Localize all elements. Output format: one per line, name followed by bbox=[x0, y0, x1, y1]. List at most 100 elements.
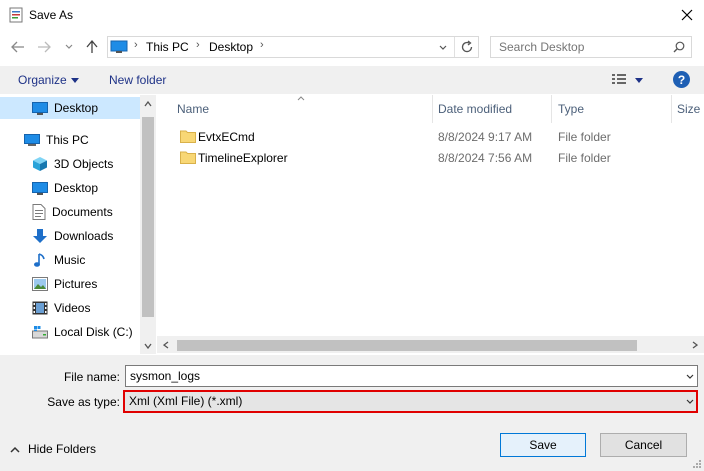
nav-item-documents[interactable]: Documents bbox=[0, 201, 140, 223]
column-divider[interactable] bbox=[432, 95, 433, 123]
scroll-left-icon[interactable] bbox=[163, 341, 169, 349]
computer-icon bbox=[110, 40, 128, 54]
nav-item-desktop[interactable]: Desktop bbox=[0, 177, 140, 199]
folder-icon bbox=[180, 151, 196, 164]
search-input[interactable] bbox=[499, 40, 669, 54]
nav-item-label: Pictures bbox=[54, 277, 98, 291]
breadcrumb-separator: › bbox=[260, 39, 264, 51]
file-date: 8/8/2024 7:56 AM bbox=[438, 151, 533, 165]
help-button[interactable]: ? bbox=[673, 71, 690, 88]
folder-icon bbox=[180, 130, 196, 143]
breadcrumb-separator: › bbox=[134, 39, 138, 51]
scroll-down-icon[interactable] bbox=[144, 343, 152, 349]
document-icon bbox=[32, 204, 46, 220]
file-row[interactable]: EvtxECmd 8/8/2024 9:17 AM File folder bbox=[177, 127, 697, 148]
nav-item-videos[interactable]: Videos bbox=[0, 297, 140, 319]
chevron-down-icon[interactable] bbox=[686, 374, 694, 380]
back-button[interactable] bbox=[8, 37, 28, 57]
computer-icon bbox=[24, 133, 40, 147]
file-type: File folder bbox=[558, 130, 611, 144]
recent-locations-button[interactable] bbox=[62, 37, 76, 57]
resize-grip-icon[interactable] bbox=[692, 459, 702, 469]
file-name: EvtxECmd bbox=[198, 130, 255, 144]
search-box[interactable] bbox=[490, 36, 692, 58]
navigation-pane: Desktop This PC 3D Objects Desktop Docum… bbox=[0, 95, 156, 354]
command-bar: Organize New folder ? bbox=[0, 66, 704, 94]
address-dropdown-icon[interactable] bbox=[439, 45, 447, 51]
refresh-icon[interactable] bbox=[460, 40, 474, 54]
cube-icon bbox=[32, 156, 48, 172]
address-bar[interactable]: › This PC › Desktop › bbox=[107, 36, 479, 58]
hard-drive-icon bbox=[32, 325, 48, 339]
nav-item-this-pc[interactable]: This PC bbox=[0, 129, 140, 151]
column-header-type[interactable]: Type bbox=[558, 102, 584, 116]
cancel-button[interactable]: Cancel bbox=[600, 433, 687, 457]
filename-field[interactable]: sysmon_logs bbox=[125, 365, 698, 387]
nav-item-label: Music bbox=[54, 253, 86, 267]
close-icon bbox=[681, 9, 693, 21]
file-row[interactable]: TimelineExplorer 8/8/2024 7:56 AM File f… bbox=[177, 148, 697, 169]
hide-folders-button[interactable]: Hide Folders bbox=[10, 440, 96, 458]
nav-item-pictures[interactable]: Pictures bbox=[0, 273, 140, 295]
organize-button[interactable]: Organize bbox=[18, 73, 67, 87]
file-date: 8/8/2024 9:17 AM bbox=[438, 130, 533, 144]
chevron-down-icon[interactable] bbox=[686, 399, 694, 405]
breadcrumb-this-pc[interactable]: This PC bbox=[146, 40, 189, 54]
nav-item-label: Videos bbox=[54, 301, 91, 315]
column-divider[interactable] bbox=[551, 95, 552, 123]
arrow-left-icon bbox=[11, 41, 25, 53]
save-form: File name: sysmon_logs Save as type: Xml… bbox=[0, 355, 704, 471]
close-button[interactable] bbox=[670, 0, 704, 30]
music-note-icon bbox=[32, 252, 48, 268]
desktop-icon bbox=[32, 101, 48, 115]
filename-label: File name: bbox=[63, 370, 120, 384]
column-header-name[interactable]: Name bbox=[177, 102, 209, 116]
app-icon bbox=[8, 7, 24, 23]
view-options-icon[interactable] bbox=[612, 73, 626, 85]
nav-item-quick-desktop[interactable]: Desktop bbox=[0, 97, 140, 119]
help-icon: ? bbox=[677, 72, 686, 87]
window-title: Save As bbox=[29, 8, 74, 22]
breadcrumb-desktop[interactable]: Desktop bbox=[209, 40, 253, 54]
file-type: File folder bbox=[558, 151, 611, 165]
organize-dropdown-icon[interactable] bbox=[71, 78, 79, 83]
column-header-size[interactable]: Size bbox=[677, 102, 700, 116]
save-as-type-label: Save as type: bbox=[47, 395, 120, 409]
view-dropdown-icon[interactable] bbox=[635, 78, 643, 83]
film-icon bbox=[32, 301, 48, 315]
search-icon bbox=[673, 41, 685, 53]
nav-item-downloads[interactable]: Downloads bbox=[0, 225, 140, 247]
picture-icon bbox=[32, 277, 48, 291]
horizontal-scrollbar-thumb[interactable] bbox=[177, 340, 637, 351]
divider bbox=[454, 37, 455, 57]
arrow-up-icon bbox=[86, 40, 98, 54]
nav-item-local-disk[interactable]: Local Disk (C:) bbox=[0, 321, 140, 343]
nav-item-music[interactable]: Music bbox=[0, 249, 140, 271]
hide-folders-label: Hide Folders bbox=[28, 442, 97, 456]
sort-up-icon bbox=[297, 96, 305, 101]
column-header-date[interactable]: Date modified bbox=[438, 102, 512, 116]
nav-item-label: Desktop bbox=[54, 181, 99, 195]
save-button[interactable]: Save bbox=[500, 433, 586, 457]
column-divider[interactable] bbox=[671, 95, 672, 123]
file-list: Name Date modified Type Size EvtxECmd 8/… bbox=[157, 95, 704, 354]
filename-value: sysmon_logs bbox=[130, 369, 201, 383]
save-as-type-select[interactable]: Xml (Xml File) (*.xml) bbox=[123, 390, 698, 413]
nav-item-label: Local Disk (C:) bbox=[54, 325, 133, 339]
download-arrow-icon bbox=[32, 228, 48, 244]
nav-scrollbar-thumb[interactable] bbox=[142, 117, 154, 317]
new-folder-button[interactable]: New folder bbox=[109, 73, 166, 87]
title-bar: Save As bbox=[0, 0, 704, 30]
scroll-right-icon[interactable] bbox=[692, 341, 698, 349]
up-button[interactable] bbox=[82, 37, 102, 57]
arrow-right-icon bbox=[37, 41, 51, 53]
breadcrumb-separator: › bbox=[196, 39, 200, 51]
nav-item-label: Downloads bbox=[54, 229, 114, 243]
nav-item-3d-objects[interactable]: 3D Objects bbox=[0, 153, 140, 175]
chevron-up-icon bbox=[10, 446, 20, 453]
forward-button[interactable] bbox=[34, 37, 54, 57]
scroll-up-icon[interactable] bbox=[144, 101, 152, 107]
nav-item-label: Desktop bbox=[54, 101, 99, 115]
save-as-type-value: Xml (Xml File) (*.xml) bbox=[129, 394, 243, 408]
nav-item-label: This PC bbox=[46, 133, 89, 147]
